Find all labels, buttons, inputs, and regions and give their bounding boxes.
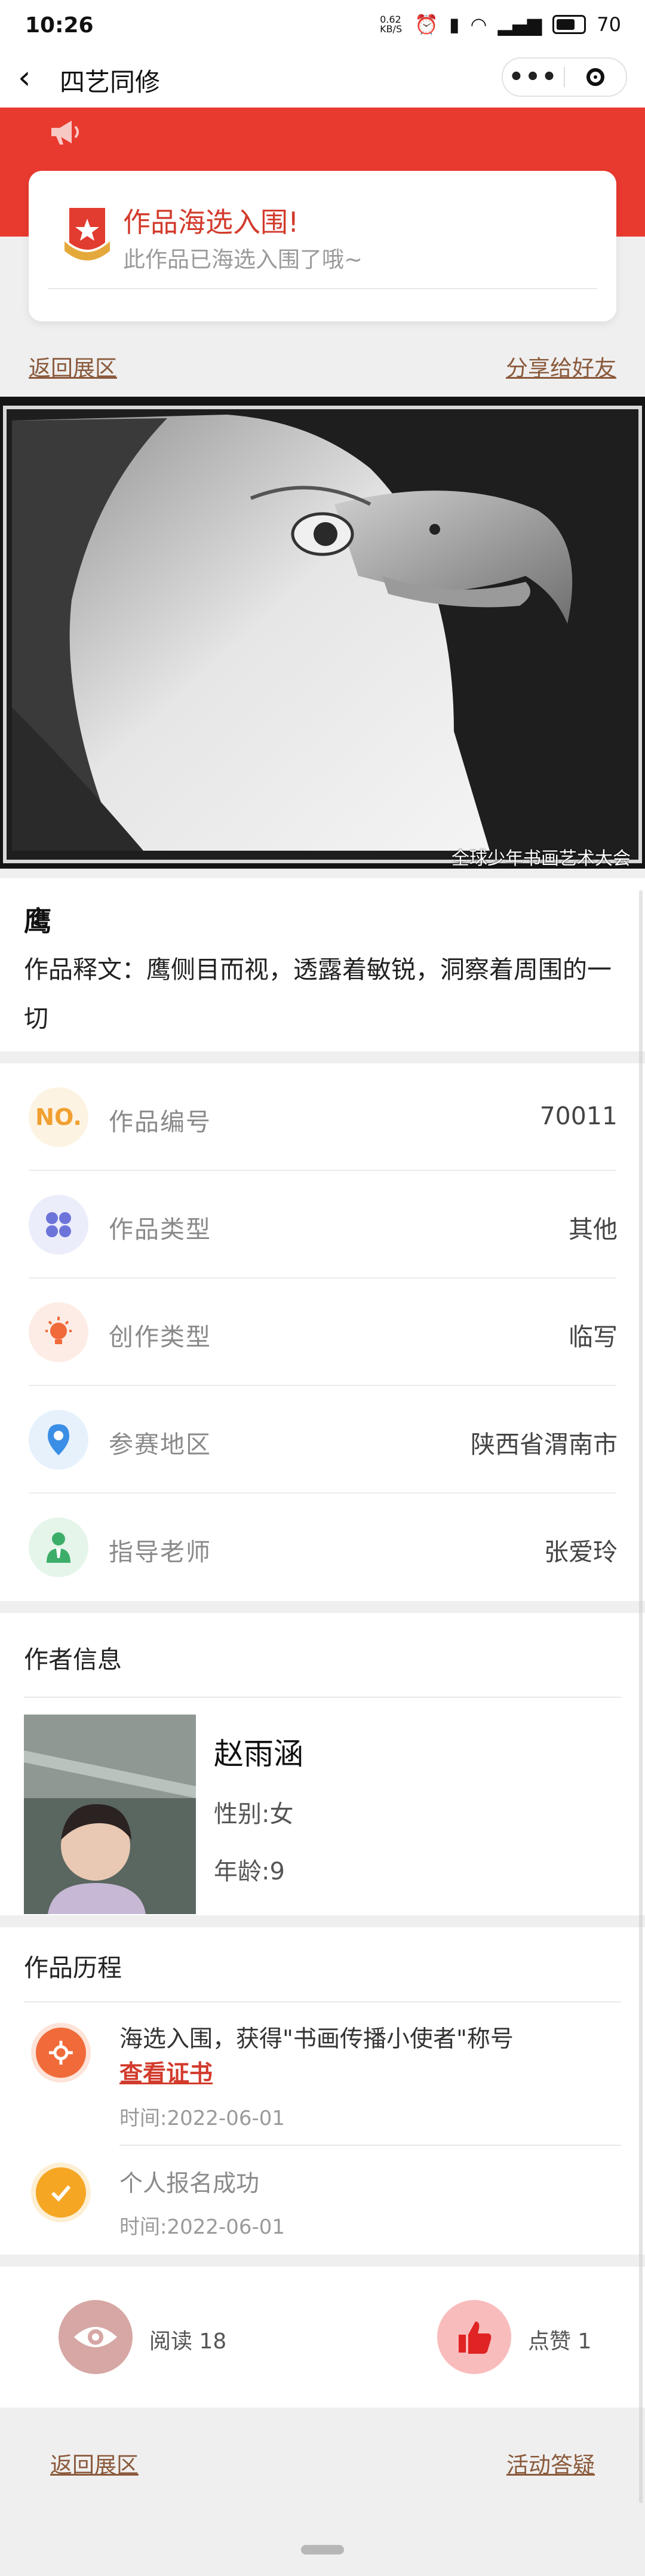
author-age: 年龄:9 <box>214 1858 285 1885</box>
mini-program-capsule: ••• <box>502 57 627 97</box>
more-icon[interactable]: ••• <box>503 65 564 89</box>
info-value: 其他 <box>569 1215 618 1244</box>
target-icon <box>586 68 604 86</box>
battery-icon <box>552 15 586 34</box>
eye-icon <box>74 2327 117 2347</box>
teacher-icon <box>29 1517 88 1577</box>
no-icon: NO. <box>29 1087 88 1147</box>
medal-icon <box>64 208 110 260</box>
info-value: 70011 <box>539 1102 618 1130</box>
info-label: 指导老师 <box>109 1538 211 1566</box>
back-icon[interactable]: ‹ <box>18 60 31 96</box>
history-item-text: 海选入围，获得"书画传播小使者"称号 <box>119 2026 514 2053</box>
faq-link[interactable]: 活动答疑 <box>506 2447 595 2479</box>
back-to-exhibition-bottom-link[interactable]: 返回展区 <box>50 2447 139 2479</box>
author-name: 赵雨涵 <box>214 1737 303 1771</box>
eagle-drawing <box>0 397 645 869</box>
info-row-creation: 创作类型 临写 <box>0 1278 645 1386</box>
divider <box>24 1697 621 1698</box>
signal-icon: ▂▄▆ <box>497 13 542 36</box>
like-button[interactable] <box>437 2300 511 2374</box>
battery-level: 70 <box>597 13 621 36</box>
share-link[interactable]: 分享给好友 <box>506 350 616 382</box>
info-row-region: 参赛地区 陕西省渭南市 <box>0 1386 645 1494</box>
home-indicator[interactable] <box>301 2545 344 2554</box>
back-to-exhibition-link[interactable]: 返回展区 <box>29 350 117 382</box>
network-speed: 0.62 KB/S <box>380 14 403 35</box>
scrollbar[interactable] <box>639 890 643 2503</box>
history-item-time: 时间:2022-06-01 <box>119 2106 285 2130</box>
info-label: 创作类型 <box>109 1323 211 1351</box>
history-heading: 作品历程 <box>24 1954 122 1982</box>
page-title: 四艺同修 <box>60 68 161 97</box>
vibrate-icon: ▮ <box>449 13 460 36</box>
info-label: 作品编号 <box>109 1108 211 1136</box>
author-gender: 性别:女 <box>214 1801 294 1828</box>
read-count-button[interactable] <box>59 2300 133 2374</box>
like-count: 点赞 1 <box>528 2329 592 2354</box>
award-icon <box>36 2028 86 2078</box>
bulb-icon <box>29 1302 88 1362</box>
notice-title: 作品海选入围! <box>123 206 299 238</box>
divider <box>119 2145 621 2146</box>
status-time: 10:26 <box>25 13 94 38</box>
history-item-text: 个人报名成功 <box>119 2170 260 2197</box>
divider <box>24 2001 621 2002</box>
read-count: 阅读 18 <box>149 2329 227 2354</box>
alarm-icon: ⏰ <box>414 13 438 36</box>
thumbs-up-icon <box>459 2322 492 2354</box>
notice-subtitle: 此作品已海选入围了哦~ <box>123 247 363 272</box>
notice-divider <box>48 288 597 289</box>
info-row-number: NO. 作品编号 70011 <box>0 1063 645 1171</box>
info-value: 陕西省渭南市 <box>471 1430 618 1459</box>
info-value: 临写 <box>569 1323 618 1351</box>
author-avatar <box>24 1715 196 1914</box>
info-value: 张爱玲 <box>544 1538 618 1566</box>
work-caption: 作品释文：鹰侧目而视，透露着敏锐，洞察着周围的一切 <box>24 955 612 1033</box>
artwork-image[interactable] <box>0 397 645 869</box>
author-heading: 作者信息 <box>24 1645 122 1674</box>
close-program-button[interactable] <box>565 68 626 86</box>
info-label: 参赛地区 <box>109 1430 211 1459</box>
location-icon <box>29 1410 88 1470</box>
info-row-type: 作品类型 其他 <box>0 1171 645 1278</box>
history-item-time: 时间:2022-06-01 <box>119 2215 285 2239</box>
megaphone-icon <box>51 121 79 145</box>
info-row-teacher: 指导老师 张爱玲 <box>0 1494 645 1601</box>
grid-icon <box>29 1195 88 1255</box>
view-certificate-link[interactable]: 查看证书 <box>119 2055 213 2089</box>
artwork-watermark: 全球少年书画艺术大会 <box>452 848 631 869</box>
no-icon-text: NO. <box>35 1104 82 1130</box>
wifi-icon: ◠ <box>470 13 487 36</box>
check-icon <box>36 2167 86 2218</box>
info-label: 作品类型 <box>109 1215 211 1244</box>
work-title: 鹰 <box>24 905 51 937</box>
status-icons: 0.62 KB/S ⏰ ▮ ◠ ▂▄▆ 70 <box>380 13 621 36</box>
